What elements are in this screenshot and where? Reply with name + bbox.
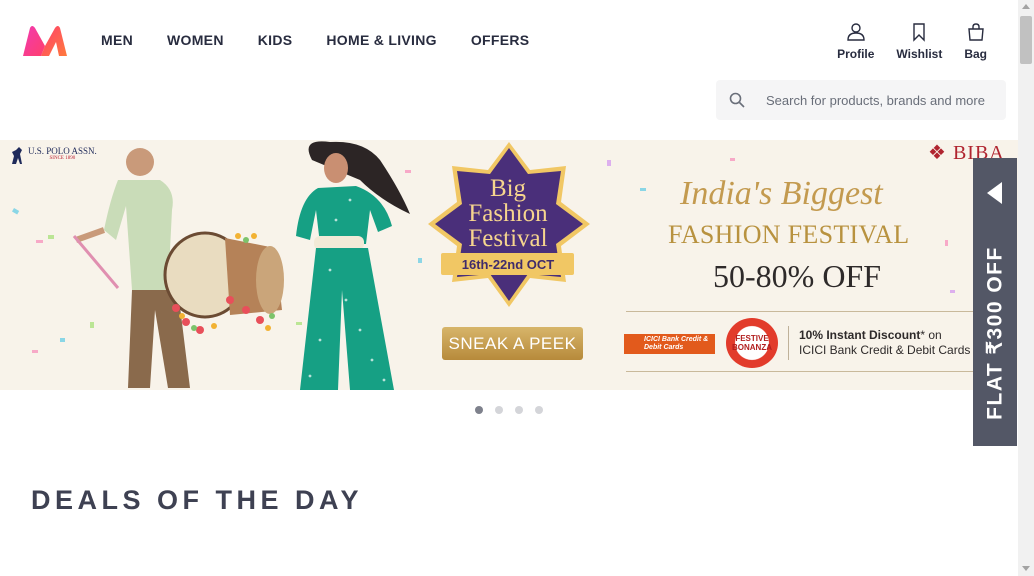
bag-label: Bag bbox=[964, 47, 987, 61]
uspa-since: SINCE 1890 bbox=[49, 156, 76, 161]
festive-bonanza-badge: FESTIVE BONANZA bbox=[726, 318, 778, 368]
divider-vertical bbox=[788, 326, 789, 360]
nav-women[interactable]: WOMEN bbox=[150, 0, 241, 80]
festival-badge: Big Fashion Festival 16th-22nd OCT bbox=[428, 142, 590, 307]
nav-kids[interactable]: KIDS bbox=[241, 0, 310, 80]
badge-line1: Big bbox=[490, 175, 527, 202]
nav-offers[interactable]: OFFERS bbox=[454, 0, 547, 80]
carousel-dot[interactable] bbox=[475, 406, 483, 414]
headline-secondary: FASHION FESTIVAL bbox=[668, 220, 910, 249]
discount-rest: * on bbox=[920, 328, 942, 342]
icici-logo: ICICI Bank Credit & Debit Cards bbox=[624, 334, 715, 354]
carousel-dots bbox=[475, 406, 543, 414]
main-nav: MEN WOMEN KIDS HOME & LIVING OFFERS bbox=[84, 0, 546, 80]
horse-icon bbox=[12, 147, 22, 164]
uspa-brand: U.S. POLO ASSN. SINCE 1890 bbox=[10, 146, 97, 166]
badge-line2: Fashion bbox=[468, 200, 548, 227]
flat-off-side-tab[interactable]: FLAT ₹300 OFF bbox=[973, 158, 1017, 446]
scroll-up-arrow-icon[interactable] bbox=[1022, 4, 1030, 9]
search-icon[interactable] bbox=[716, 80, 758, 120]
profile-label: Profile bbox=[837, 47, 875, 61]
myntra-logo[interactable] bbox=[21, 24, 69, 58]
deals-section-title: DEALS OF THE DAY bbox=[31, 485, 364, 515]
caret-left-icon[interactable] bbox=[987, 182, 1002, 204]
biba-icon: ❖ bbox=[928, 142, 947, 164]
profile-icon bbox=[847, 23, 865, 41]
woman-figure bbox=[296, 141, 410, 390]
badge-dates: 16th-22nd OCT bbox=[462, 257, 555, 272]
wishlist-button[interactable]: Wishlist bbox=[885, 22, 953, 61]
side-tab-label: FLAT ₹300 OFF bbox=[983, 246, 1007, 420]
page: MEN WOMEN KIDS HOME & LIVING OFFERS Prof… bbox=[0, 0, 1034, 576]
nav-home-living[interactable]: HOME & LIVING bbox=[309, 0, 453, 80]
search-bar bbox=[716, 80, 1006, 120]
carousel-dot[interactable] bbox=[495, 406, 503, 414]
uspa-name: U.S. POLO ASSN. bbox=[28, 146, 97, 156]
divider-top bbox=[626, 311, 974, 312]
sneak-peek-button[interactable]: SNEAK A PEEK bbox=[442, 327, 583, 360]
divider-bottom bbox=[626, 371, 974, 372]
scroll-down-arrow-icon[interactable] bbox=[1022, 566, 1030, 571]
hero-banner[interactable]: Big Fashion Festival 16th-22nd OCT U.S. … bbox=[0, 140, 1018, 390]
header: MEN WOMEN KIDS HOME & LIVING OFFERS Prof… bbox=[0, 0, 1018, 80]
scroll-thumb[interactable] bbox=[1020, 16, 1032, 64]
discount-bold: 10% Instant Discount bbox=[799, 328, 921, 342]
wishlist-label: Wishlist bbox=[896, 47, 943, 61]
carousel-dot[interactable] bbox=[515, 406, 523, 414]
search-input[interactable] bbox=[758, 92, 998, 108]
profile-button[interactable]: Profile bbox=[826, 22, 885, 61]
headline-primary: India's Biggest bbox=[680, 175, 883, 212]
drum bbox=[163, 231, 284, 334]
discount-line1: 10% Instant Discount* on bbox=[799, 328, 942, 342]
carousel-dot[interactable] bbox=[535, 406, 543, 414]
bag-button[interactable]: Bag bbox=[953, 22, 998, 61]
nav-men[interactable]: MEN bbox=[84, 0, 150, 80]
banner-artwork: Big Fashion Festival 16th-22nd OCT U.S. … bbox=[0, 140, 1018, 390]
badge-line3: Festival bbox=[468, 225, 547, 252]
bag-icon bbox=[967, 23, 984, 41]
header-actions: Profile Wishlist Bag bbox=[826, 22, 998, 61]
page-scrollbar[interactable] bbox=[1018, 0, 1034, 576]
discount-line2: ICICI Bank Credit & Debit Cards bbox=[799, 343, 971, 357]
bookmark-icon bbox=[913, 23, 926, 42]
offer-text: 50-80% OFF bbox=[713, 258, 882, 294]
